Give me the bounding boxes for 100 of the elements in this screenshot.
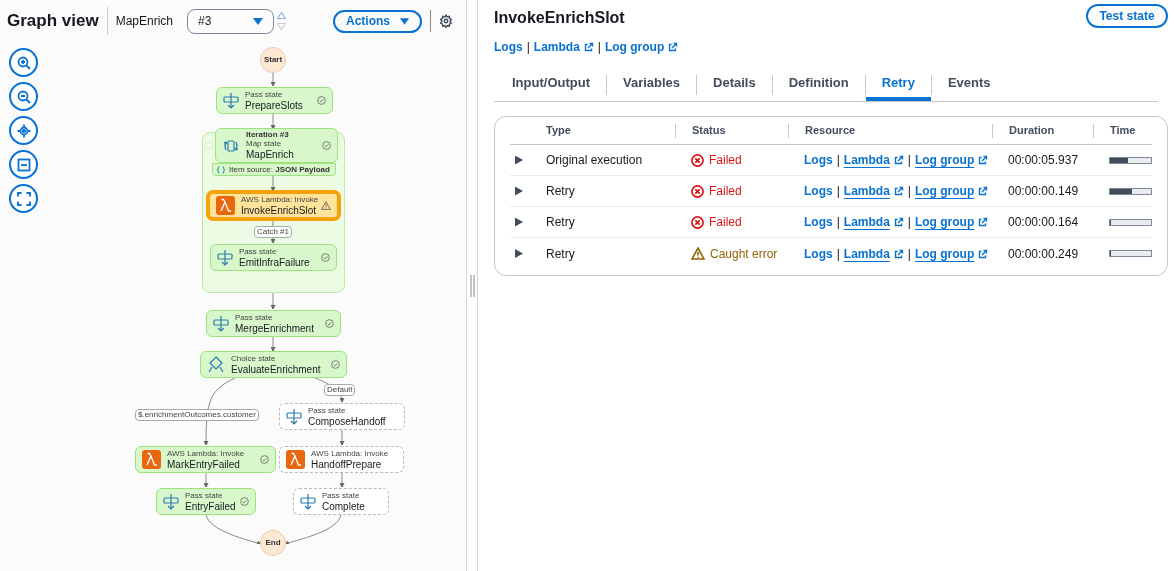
fullscreen-icon [16, 191, 31, 206]
external-link-icon [978, 248, 989, 259]
item-source-text: Item source: JSON Payload [229, 163, 330, 176]
connector-arrow [270, 176, 276, 191]
edge-label: Catch #1 [254, 226, 293, 238]
state-node[interactable]: Iteration #3 Map state MapEnrich [215, 128, 338, 163]
choice-state-icon [207, 355, 225, 374]
state-node[interactable]: Pass state PrepareSlots [216, 87, 333, 114]
resize-handle-icon[interactable] [469, 274, 475, 297]
status-indicator: Failed [691, 213, 804, 231]
column-header: Type [546, 123, 571, 139]
state-node[interactable]: AWS Lambda: Invoke MarkEntryFailed [135, 446, 276, 473]
resource-link[interactable]: Log group [914, 151, 989, 169]
state-node[interactable]: Pass state EntryFailed [156, 488, 256, 515]
table-cell-text: Retry [546, 214, 576, 231]
tab[interactable]: Details [697, 68, 772, 101]
state-node[interactable]: Pass state ComposeHandoff [279, 403, 405, 430]
zoom-out-button[interactable] [9, 82, 38, 111]
actions-button[interactable]: Actions [333, 9, 422, 33]
resource-link[interactable]: Lambda [843, 151, 904, 169]
state-node[interactable]: Choice state EvaluateEnrichment [200, 351, 347, 378]
tab[interactable]: Variables [606, 68, 697, 101]
pass-state-icon [213, 314, 229, 333]
expand-caret-icon[interactable] [515, 155, 523, 165]
table-cell-text: Original execution [546, 152, 644, 169]
resource-link[interactable]: Logs [804, 151, 833, 169]
expand-caret-icon[interactable] [515, 186, 523, 196]
caret-icon [400, 17, 409, 25]
resource-link[interactable]: Log group [914, 182, 989, 200]
success-check-icon [321, 253, 330, 262]
success-check-icon [240, 497, 249, 506]
test-state-button[interactable]: Test state [1086, 4, 1168, 28]
state-type-label: Pass state [245, 89, 284, 99]
state-node[interactable]: AWS Lambda: Invoke HandoffPrepare [279, 446, 404, 473]
table-cell-text: 00:00:00.164 [1008, 214, 1080, 231]
pass-state-icon [300, 492, 316, 511]
error-icon [691, 215, 704, 229]
fit-icon [16, 157, 31, 172]
link-separator: | [907, 183, 911, 200]
tab[interactable]: Input/Output [496, 68, 606, 101]
expand-caret-icon[interactable] [515, 249, 523, 258]
tab[interactable]: Retry [865, 68, 931, 101]
link-separator: | [526, 39, 530, 56]
state-name: EntryFailed [185, 500, 234, 513]
state-node[interactable]: Pass state MergeEnrichment [206, 310, 341, 337]
resource-link[interactable]: Logs [494, 38, 523, 56]
expand-caret-icon[interactable] [515, 217, 523, 227]
state-type-label: Choice state [231, 353, 277, 363]
state-name: PrepareSlots [245, 99, 304, 112]
center-button[interactable] [9, 116, 38, 145]
resource-link[interactable]: Log group [604, 38, 679, 56]
success-check-icon [322, 141, 331, 150]
state-type-label: Pass state [235, 312, 274, 322]
external-link-icon [978, 186, 989, 196]
connector-arrow [270, 337, 276, 351]
link-separator: | [836, 214, 840, 231]
external-link-icon [893, 248, 904, 259]
zoom-in-button[interactable] [9, 48, 38, 77]
external-link-icon [668, 42, 679, 52]
resource-link[interactable]: Log group [914, 213, 989, 231]
state-node[interactable]: Pass state Complete [293, 488, 389, 515]
state-node[interactable]: Pass state EmitInfraFailure [210, 244, 337, 271]
caret-icon [253, 17, 263, 25]
state-type-label: Pass state [308, 405, 347, 415]
state-name: EmitInfraFailure [239, 256, 311, 269]
external-link-icon [978, 155, 989, 165]
link-separator: | [836, 245, 840, 263]
connector-arrow [339, 430, 345, 445]
resource-link[interactable]: Lambda [843, 244, 904, 263]
table-cell-text: Retry [546, 183, 576, 200]
settings-button[interactable] [439, 14, 453, 28]
external-link-icon [893, 217, 904, 227]
resource-link[interactable]: Lambda [843, 213, 904, 231]
edge-label: $.enrichmentOutcomes.customer [135, 409, 259, 421]
resource-link[interactable]: Lambda [533, 38, 594, 56]
external-link-icon [583, 42, 594, 52]
fit-button[interactable] [9, 150, 38, 179]
resource-link[interactable]: Logs [804, 213, 833, 231]
link-separator: | [836, 152, 840, 169]
external-link-icon [893, 155, 904, 165]
column-header: Duration [1009, 123, 1055, 139]
state-node[interactable]: AWS Lambda: Invoke InvokeEnrichSlot [207, 191, 340, 220]
state-type-label: AWS Lambda: Invoke [167, 448, 246, 458]
resource-link[interactable]: Log group [914, 244, 989, 263]
tab[interactable]: Events [931, 68, 1007, 101]
column-header: Resource [805, 123, 856, 139]
iteration-select[interactable]: #3 [187, 8, 274, 34]
external-link-icon [978, 217, 989, 227]
zoom-out-icon [16, 89, 31, 104]
resource-link[interactable]: Lambda [843, 182, 904, 200]
braces-icon [217, 165, 225, 174]
pass-state-icon [217, 248, 233, 267]
column-header: Status [692, 123, 726, 139]
resource-link[interactable]: Logs [804, 244, 833, 263]
down-triangle-icon [277, 23, 286, 30]
fullscreen-button[interactable] [9, 184, 38, 213]
connector-arrow [270, 293, 276, 309]
success-check-icon [317, 96, 326, 105]
tab[interactable]: Definition [772, 68, 865, 101]
resource-link[interactable]: Logs [804, 182, 833, 200]
